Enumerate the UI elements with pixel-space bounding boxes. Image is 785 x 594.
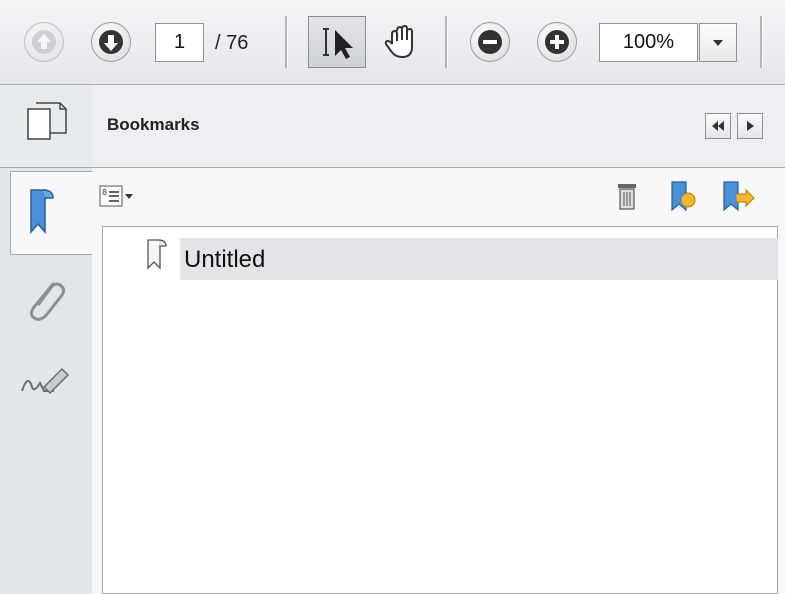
attachments-icon[interactable]: [14, 269, 74, 329]
next-page-button[interactable]: [91, 22, 131, 62]
panel-title: Bookmarks: [107, 115, 200, 134]
select-tool-button[interactable]: [308, 16, 366, 68]
delete-bookmark-icon[interactable]: [612, 180, 642, 216]
zoom-level-input[interactable]: 100%: [599, 23, 698, 62]
bookmarks-tab[interactable]: [10, 171, 93, 255]
prev-page-icon: [32, 30, 56, 54]
svg-text:8: 8: [102, 188, 107, 197]
bookmark-item-icon: [147, 239, 167, 270]
zoom-out-icon: [478, 30, 502, 54]
expand-panel-button[interactable]: [737, 113, 763, 139]
zoom-in-button[interactable]: [537, 22, 577, 62]
zoom-in-icon: [545, 30, 569, 54]
previous-page-button[interactable]: [24, 22, 64, 62]
collapse-panel-icon: [712, 121, 724, 131]
hand-tool-button[interactable]: [380, 20, 424, 64]
navigation-rail: [0, 85, 93, 594]
zoom-dropdown-button[interactable]: [699, 23, 737, 62]
toolbar-separator: [445, 16, 448, 68]
hand-tool-icon: [384, 24, 413, 59]
rail-top-section: [0, 85, 92, 168]
next-page-icon: [99, 30, 123, 54]
bookmarks-tree: [102, 226, 778, 594]
expand-panel-icon: [747, 121, 754, 131]
page-number-input[interactable]: 1: [155, 23, 204, 62]
select-text-icon: [323, 28, 353, 59]
toolbar-separator: [760, 16, 763, 68]
expand-bookmark-icon[interactable]: [718, 178, 758, 214]
collapse-panel-button[interactable]: [705, 113, 731, 139]
toolbar-separator: [285, 16, 288, 68]
signatures-icon[interactable]: [14, 357, 74, 407]
bookmark-label: Untitled: [184, 246, 266, 273]
page-total-label: / 76: [215, 32, 249, 54]
options-menu-icon[interactable]: 8: [98, 182, 138, 212]
new-bookmark-icon[interactable]: [666, 178, 700, 214]
zoom-out-button[interactable]: [470, 22, 510, 62]
bookmark-item[interactable]: Untitled: [180, 238, 778, 280]
toolbar: 1 / 76 100%: [0, 0, 785, 85]
dropdown-arrow-icon: [713, 40, 723, 46]
bookmarks-icon: [30, 189, 54, 234]
bookmarks-panel-header: Bookmarks: [92, 85, 785, 168]
pages-icon[interactable]: [0, 85, 92, 167]
